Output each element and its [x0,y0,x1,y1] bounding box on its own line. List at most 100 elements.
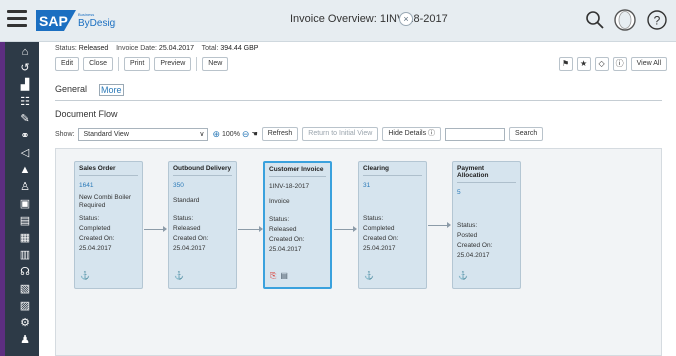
card-status-label: Status: [457,222,478,229]
user-avatar-icon[interactable] [613,8,637,32]
settings-icon[interactable]: ⚙ [18,316,32,330]
card-created: 25.04.2017 [269,246,302,253]
flag-icon[interactable]: ⚑ [558,57,573,71]
report-icon[interactable]: ▧ [18,282,32,296]
print-button[interactable]: Print [123,57,151,71]
history-icon[interactable]: ↺ [18,61,32,75]
edit-button[interactable]: Edit [55,57,80,71]
flow-arrow [334,226,357,232]
invoice-icon[interactable]: ▥ [18,248,32,262]
search-input[interactable] [445,127,506,141]
anchor-icon[interactable]: ⚓ [364,271,374,280]
right-toolbar: ⚑ ★ ◇ ⓘ View All [558,57,667,71]
card-created: 25.04.2017 [173,245,206,252]
home-icon[interactable]: ⌂ [18,45,32,59]
sidebar: ⌂ ↺ ▟ ☷ ✎ ⚭ ◁ ▲ ♙ ▣ ▤ ▦ ▥ ☊ ▧ ▨ ⚙ ♟ [0,42,39,356]
card-status-label: Status: [79,215,100,222]
card-status-label: Status: [269,216,290,223]
return-initial-view-button[interactable]: Return to Initial View [302,127,379,141]
document-flow-toolbar: Show: Standard View ∨ ⊕ 100% ⊖ ☚ Refresh… [55,127,544,141]
flow-arrow [428,222,451,228]
tab-more[interactable]: More [99,84,124,96]
card-created-label: Created On: [173,235,209,242]
preview-button[interactable]: Preview [154,57,192,71]
total-value: 394.44 GBP [220,45,259,52]
menu-icon[interactable] [7,10,27,30]
refresh-button[interactable]: Refresh [261,127,299,141]
flow-card-customer-invoice[interactable]: Customer Invoice 1INV-18-2017 Invoice St… [263,161,332,289]
building-icon[interactable]: ▲ [18,163,32,177]
document-flow-canvas: Sales Order 1641 New Combi Boiler Requir… [55,148,662,356]
card-description: Invoice [269,198,290,205]
search-icon[interactable] [583,8,607,32]
tab-divider [55,100,662,101]
card-icons: ⚓ [80,271,90,280]
toolbar-separator [196,57,198,71]
campaign-icon[interactable]: ◁ [18,146,32,160]
close-window-icon[interactable]: × [399,12,413,26]
anchor-icon[interactable]: ⚓ [174,271,184,280]
document-icon[interactable]: ▤ [18,214,32,228]
card-status: Released [269,226,297,233]
card-title: Payment Allocation [457,165,516,183]
view-all-button[interactable]: View All [630,57,667,71]
card-id-link[interactable]: 350 [173,182,232,189]
card-id-link[interactable]: 1641 [79,182,138,189]
hide-details-button[interactable]: Hide Details ⓘ [382,127,442,141]
pan-hand-icon[interactable]: ☚ [251,130,257,138]
card-description: Standard [173,197,200,204]
card-status-label: Status: [363,215,384,222]
hide-details-label: Hide Details [388,130,427,137]
chart-icon[interactable]: ▟ [18,78,32,92]
document-flow-title: Document Flow [55,109,118,119]
worklist-icon[interactable]: ☷ [18,95,32,109]
print-preview-icon[interactable]: ▤ [280,271,288,281]
info-icon: ⓘ [428,130,436,137]
card-title: Customer Invoice [269,166,326,177]
anchor-icon[interactable]: ⚓ [458,271,468,280]
tools-icon[interactable]: ✎ [18,112,32,126]
people-icon[interactable]: ♙ [18,180,32,194]
billing-icon[interactable]: ▦ [18,231,32,245]
status-value: Released [78,45,109,52]
pdf-icon[interactable]: ⎘ [270,271,276,281]
action-toolbar: Edit Close Print Preview New [55,57,229,71]
shell-bar: SAP Business ByDesign Invoice Overview: … [0,0,676,42]
user-icon[interactable]: ♟ [18,333,32,347]
card-id-link[interactable]: 5 [457,189,516,196]
card-created: 25.04.2017 [79,245,112,252]
flow-card-sales-order[interactable]: Sales Order 1641 New Combi Boiler Requir… [74,161,143,289]
view-select[interactable]: Standard View ∨ [78,127,209,141]
card-id: 1INV-18-2017 [269,183,310,190]
flow-card-clearing[interactable]: Clearing 31 Status: Completed Created On… [358,161,427,289]
show-label: Show: [55,130,75,138]
card-icons: ⚓ [458,271,468,280]
info-icon[interactable]: ⓘ [612,57,627,71]
zoom-out-icon[interactable]: ⊖ [242,129,250,140]
status-label: Status: [55,45,77,52]
close-button[interactable]: Close [83,57,113,71]
display-icon[interactable]: ▣ [18,197,32,211]
flow-card-outbound-delivery[interactable]: Outbound Delivery 350 Standard Status: R… [168,161,237,289]
tab-general[interactable]: General [55,84,87,96]
ledger-icon[interactable]: ▨ [18,299,32,313]
flow-card-payment-allocation[interactable]: Payment Allocation 5 Status: Posted Crea… [452,161,521,289]
svg-text:?: ? [654,14,661,28]
card-id-link[interactable]: 31 [363,182,422,189]
star-icon[interactable]: ★ [576,57,591,71]
main-content: Status: Released Invoice Date: 25.04.201… [39,42,676,356]
chevron-down-icon: ∨ [199,130,205,138]
zoom-in-icon[interactable]: ⊕ [212,129,220,140]
sidebar-accent [0,42,5,356]
new-button[interactable]: New [202,57,229,71]
invoice-date-label: Invoice Date: [116,45,157,52]
support-icon[interactable]: ☊ [18,265,32,279]
network-icon[interactable]: ⚭ [18,129,32,143]
tab-bar: General More [55,84,124,96]
help-icon[interactable]: ? [645,8,669,32]
tag-icon[interactable]: ◇ [594,57,609,71]
anchor-icon[interactable]: ⚓ [80,271,90,280]
search-button[interactable]: Search [509,127,544,141]
sap-logo: SAP Business ByDesign [36,10,116,31]
window-title: Invoice Overview: 1INV-18-2017 [290,13,448,25]
